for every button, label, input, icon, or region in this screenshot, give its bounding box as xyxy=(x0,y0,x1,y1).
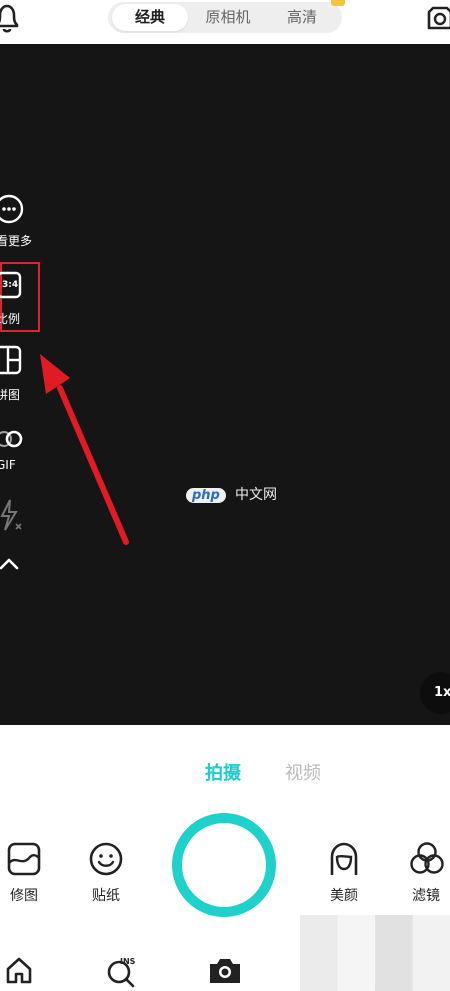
watermark: php 中文网 xyxy=(186,484,277,504)
ins-text: INS xyxy=(120,957,136,966)
vip-crown-icon xyxy=(331,0,345,6)
mode-classic[interactable]: 经典 xyxy=(112,4,188,31)
sticker-button[interactable]: 贴纸 xyxy=(76,841,136,911)
top-bar: 经典 原相机 高清 xyxy=(0,0,450,44)
beauty-label: 美颜 xyxy=(330,888,358,904)
shutter-button[interactable] xyxy=(172,813,276,917)
ins-search-button[interactable]: INS xyxy=(106,955,142,988)
camera-icon[interactable] xyxy=(208,955,242,985)
tab-video[interactable]: 视频 xyxy=(285,759,321,785)
more-icon xyxy=(0,194,24,224)
gif-icon xyxy=(0,430,23,448)
edit-photo-icon xyxy=(7,842,41,876)
annotation-arrow xyxy=(40,354,129,545)
collage-label: 拼图 xyxy=(0,388,21,402)
more-tool[interactable]: 看更多 xyxy=(0,192,60,252)
tab-photo[interactable]: 拍摄 xyxy=(205,759,241,785)
home-icon[interactable] xyxy=(4,955,34,985)
beauty-button[interactable]: 美颜 xyxy=(314,841,374,911)
filter-icon xyxy=(410,842,444,874)
filter-button[interactable]: 滤镜 xyxy=(396,841,450,911)
edit-photo-button[interactable]: 修图 xyxy=(0,841,54,911)
mode-hd[interactable]: 高清 xyxy=(264,4,340,31)
watermark-text: 中文网 xyxy=(234,487,277,503)
camera-mode-selector: 经典 原相机 高清 xyxy=(108,2,342,33)
bell-icon[interactable] xyxy=(0,4,20,34)
filter-label: 滤镜 xyxy=(412,888,440,904)
mode-original-camera[interactable]: 原相机 xyxy=(190,4,266,31)
collage-icon xyxy=(0,345,22,375)
zoom-button[interactable]: 1x xyxy=(420,672,450,714)
more-label: 看更多 xyxy=(0,234,33,248)
pixelated-overlay xyxy=(300,915,450,991)
flash-off-icon[interactable] xyxy=(0,498,24,532)
sticker-icon xyxy=(89,842,123,876)
edit-photo-label: 修图 xyxy=(10,888,38,904)
beauty-icon xyxy=(330,842,358,875)
gif-label: GIF xyxy=(0,458,16,472)
chevron-up-icon[interactable] xyxy=(0,556,20,572)
sticker-label: 贴纸 xyxy=(92,888,120,904)
ratio-icon-text: 3:4 xyxy=(2,280,19,290)
ratio-label: 比例 xyxy=(0,312,21,326)
ratio-tool[interactable]: 3:4 比例 xyxy=(0,266,60,326)
flip-camera-icon[interactable] xyxy=(425,2,450,34)
bottom-panel: 拍摄 视频 修图 贴纸 美颜 滤镜 INS xyxy=(0,725,450,991)
camera-viewfinder[interactable]: 看更多 3:4 比例 拼图 GIF php 中文网 1x xyxy=(0,44,450,725)
watermark-logo: php xyxy=(186,488,226,503)
